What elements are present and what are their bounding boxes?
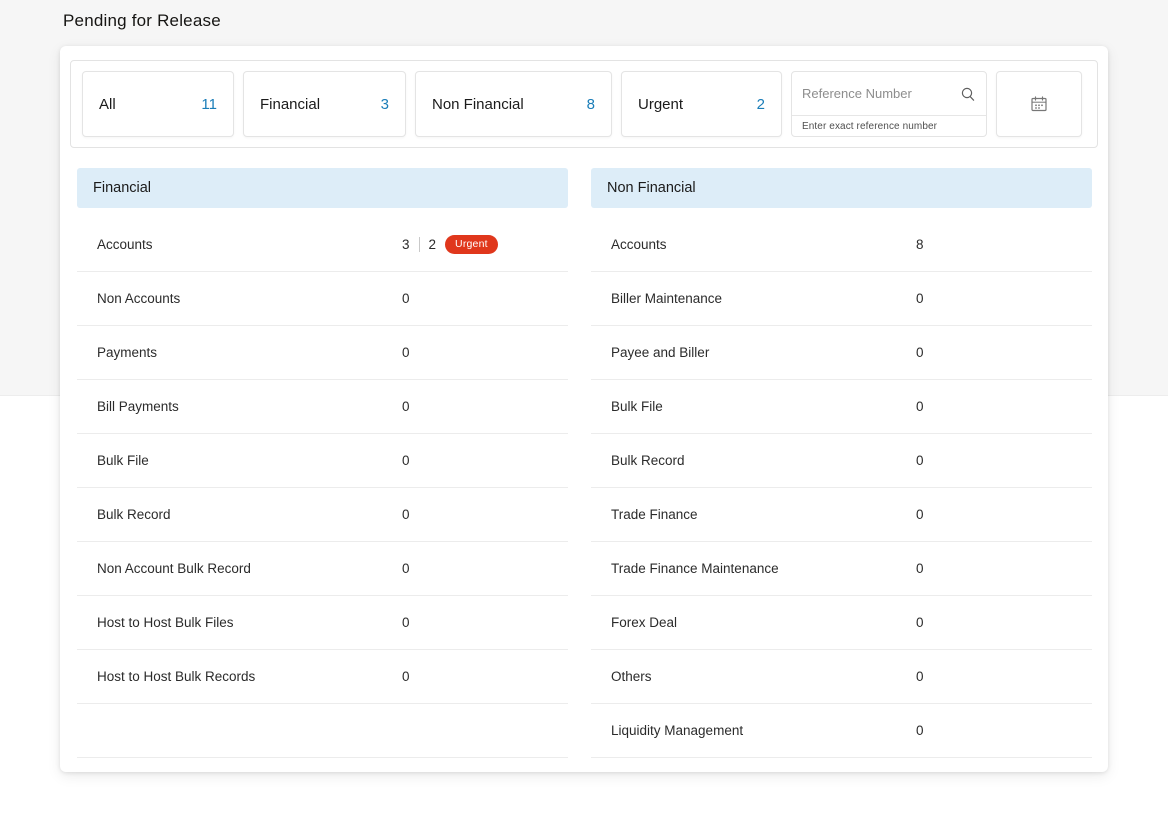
list-item-host-to-host-bulk-files[interactable]: Host to Host Bulk Files 0	[77, 596, 568, 650]
filter-tab-count: 2	[756, 95, 765, 113]
item-count: 0	[916, 615, 924, 630]
filter-tab-count: 11	[201, 95, 217, 113]
reference-search-box: Enter exact reference number	[791, 71, 987, 137]
item-label: Accounts	[97, 237, 153, 252]
filter-tab-count: 3	[380, 95, 389, 113]
item-count: 0	[402, 453, 410, 468]
filter-tab-non-financial[interactable]: Non Financial 8	[415, 71, 612, 137]
filter-tab-label: Financial	[260, 95, 321, 113]
page-title: Pending for Release	[63, 11, 221, 30]
item-label: Host to Host Bulk Files	[97, 615, 234, 630]
count-separator	[418, 237, 420, 252]
list-item-non-accounts[interactable]: Non Accounts 0	[77, 272, 568, 326]
filter-tab-count: 8	[586, 95, 595, 113]
filter-tab-label: Non Financial	[432, 95, 524, 113]
filter-bar: All 11 Financial 3 Non Financial 8 Urgent 2 Ent…	[70, 60, 1098, 148]
list-item-liquidity-management[interactable]: Liquidity Management 0	[591, 704, 1092, 758]
item-label: Non Accounts	[97, 291, 181, 306]
item-count: 0	[402, 345, 410, 360]
filter-tab-label: Urgent	[638, 95, 684, 113]
panels: Financial Accounts 3 2 Urgent Non Accounts 0 Pa…	[77, 168, 1092, 758]
filter-tab-urgent[interactable]: Urgent 2	[621, 71, 782, 137]
panel-title-financial: Financial	[77, 168, 568, 208]
panel-financial: Financial Accounts 3 2 Urgent Non Accounts 0 Pa…	[77, 168, 568, 758]
item-label: Trade Finance Maintenance	[611, 561, 779, 576]
filter-tab-all[interactable]: All 11	[82, 71, 234, 137]
item-label: Others	[611, 669, 652, 684]
item-label: Payments	[97, 345, 158, 360]
item-count: 0	[916, 291, 924, 306]
item-count: 0	[916, 507, 924, 522]
reference-number-input[interactable]	[802, 86, 954, 101]
list-item-non-account-bulk-record[interactable]: Non Account Bulk Record 0	[77, 542, 568, 596]
item-count: 0	[402, 507, 410, 522]
reference-search-field	[792, 72, 986, 116]
list-item-trade-finance-maintenance[interactable]: Trade Finance Maintenance 0	[591, 542, 1092, 596]
reference-search-helper-text: Enter exact reference number	[802, 121, 938, 132]
item-label: Bulk File	[611, 399, 663, 414]
date-filter-button[interactable]	[996, 71, 1082, 137]
item-count: 0	[916, 723, 924, 738]
item-count: 0	[402, 291, 410, 306]
list-item-payee-and-biller[interactable]: Payee and Biller 0	[591, 326, 1092, 380]
item-count: 0	[916, 399, 924, 414]
list-item-payments[interactable]: Payments 0	[77, 326, 568, 380]
item-label: Bill Payments	[97, 399, 179, 414]
list-item-accounts[interactable]: Accounts 3 2 Urgent	[77, 218, 568, 272]
item-label: Liquidity Management	[611, 723, 744, 738]
list-item-others[interactable]: Others 0	[591, 650, 1092, 704]
item-count: 0	[916, 561, 924, 576]
search-icon[interactable]	[960, 86, 976, 102]
list-item-bulk-file[interactable]: Bulk File 0	[591, 380, 1092, 434]
calendar-icon	[1030, 95, 1048, 113]
item-label: Accounts	[611, 237, 667, 252]
panel-rows: Accounts 8 Biller Maintenance 0 Payee and Bi…	[591, 218, 1092, 758]
item-label: Biller Maintenance	[611, 291, 723, 306]
list-item-bulk-file[interactable]: Bulk File 0	[77, 434, 568, 488]
list-item-bulk-record[interactable]: Bulk Record 0	[77, 488, 568, 542]
item-count: 0	[402, 669, 410, 684]
item-label: Forex Deal	[611, 615, 678, 630]
item-label: Host to Host Bulk Records	[97, 669, 256, 684]
item-count: 0	[916, 345, 924, 360]
pending-release-card: All 11 Financial 3 Non Financial 8 Urgent 2 Ent…	[60, 46, 1108, 772]
list-item-bill-payments[interactable]: Bill Payments 0	[77, 380, 568, 434]
item-label: Bulk File	[97, 453, 149, 468]
panel-rows: Accounts 3 2 Urgent Non Accounts 0 Payments 0 Bi…	[77, 218, 568, 758]
panel-title-non-financial: Non Financial	[591, 168, 1092, 208]
item-label: Bulk Record	[97, 507, 171, 522]
urgent-count: 2	[428, 237, 437, 252]
item-label: Bulk Record	[611, 453, 685, 468]
item-count: 3	[402, 237, 410, 252]
filter-tabs: All 11 Financial 3 Non Financial 8 Urgent 2	[82, 71, 782, 137]
list-item-host-to-host-bulk-records[interactable]: Host to Host Bulk Records 0	[77, 650, 568, 704]
list-item-accounts[interactable]: Accounts 8	[591, 218, 1092, 272]
item-label: Non Account Bulk Record	[97, 561, 251, 576]
item-label: Payee and Biller	[611, 345, 710, 360]
panel-non-financial: Non Financial Accounts 8 Biller Maintenance…	[591, 168, 1092, 758]
filter-tab-label: All	[99, 95, 116, 113]
item-label: Trade Finance	[611, 507, 698, 522]
list-item-empty	[77, 704, 568, 758]
list-item-forex-deal[interactable]: Forex Deal 0	[591, 596, 1092, 650]
item-count: 8	[916, 237, 924, 252]
filter-tab-financial[interactable]: Financial 3	[243, 71, 406, 137]
list-item-bulk-record[interactable]: Bulk Record 0	[591, 434, 1092, 488]
item-count: 0	[402, 615, 410, 630]
item-count: 0	[916, 453, 924, 468]
item-count: 0	[402, 399, 410, 414]
urgent-badge: Urgent	[445, 235, 498, 254]
item-count: 0	[916, 669, 924, 684]
item-count: 0	[402, 561, 410, 576]
list-item-biller-maintenance[interactable]: Biller Maintenance 0	[591, 272, 1092, 326]
list-item-trade-finance[interactable]: Trade Finance 0	[591, 488, 1092, 542]
